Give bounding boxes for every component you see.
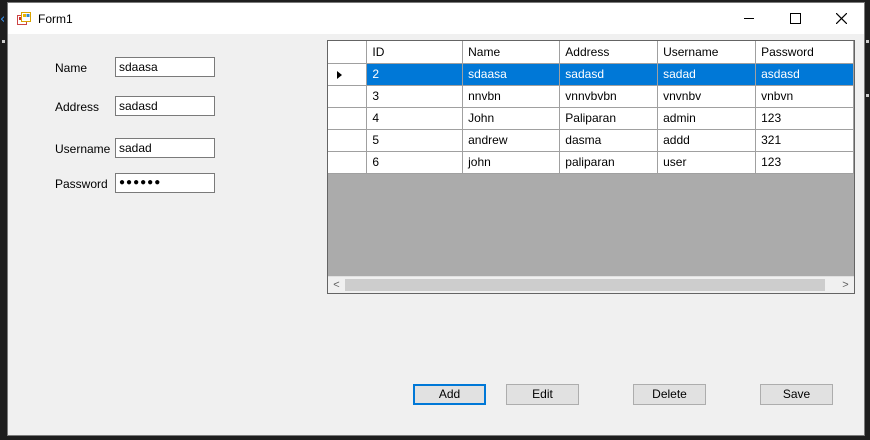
- grid-cell[interactable]: sadasd: [559, 63, 659, 86]
- table-row[interactable]: 3 nnvbn vnnvbvbn vnvnbv vnbvn: [328, 85, 854, 108]
- grid-table: ID Name Address Username Password 2 sdaa…: [328, 41, 854, 174]
- name-field[interactable]: sdaasa: [115, 57, 215, 77]
- grid-cell[interactable]: admin: [657, 107, 757, 130]
- column-header-id[interactable]: ID: [366, 41, 464, 64]
- username-field[interactable]: sadad: [115, 138, 215, 158]
- grid-cell[interactable]: nnvbn: [462, 85, 561, 108]
- column-header-name[interactable]: Name: [462, 41, 561, 64]
- grid-cell[interactable]: 321: [755, 129, 854, 152]
- desktop-marker: [866, 40, 869, 43]
- grid-cell[interactable]: paliparan: [559, 151, 659, 174]
- address-label: Address: [55, 100, 100, 114]
- grid-header-row: ID Name Address Username Password: [328, 41, 854, 64]
- grid-cell[interactable]: andrew: [462, 129, 561, 152]
- close-button[interactable]: [818, 3, 864, 34]
- maximize-icon: [789, 13, 801, 24]
- desktop-marker: [866, 94, 869, 97]
- scrollbar-thumb[interactable]: [345, 279, 825, 291]
- row-header[interactable]: [328, 63, 368, 86]
- close-icon: [835, 13, 847, 24]
- grid-cell[interactable]: 123: [755, 107, 854, 130]
- horizontal-scrollbar[interactable]: < >: [328, 276, 854, 293]
- name-label: Name: [55, 61, 88, 75]
- column-header-address[interactable]: Address: [559, 41, 659, 64]
- table-row[interactable]: 6 john paliparan user 123: [328, 151, 854, 174]
- scroll-left-icon[interactable]: <: [328, 278, 345, 293]
- username-label: Username: [55, 142, 111, 156]
- table-row[interactable]: 5 andrew dasma addd 321: [328, 129, 854, 152]
- minimize-icon: [743, 18, 754, 19]
- scroll-right-icon[interactable]: >: [837, 278, 854, 293]
- grid-cell[interactable]: vnvnbv: [657, 85, 757, 108]
- add-button[interactable]: Add: [413, 384, 486, 405]
- grid-cell[interactable]: John: [462, 107, 561, 130]
- grid-cell[interactable]: Paliparan: [559, 107, 659, 130]
- grid-cell[interactable]: sdaasa: [462, 63, 561, 86]
- grid-cell[interactable]: 4: [366, 107, 464, 130]
- grid-cell[interactable]: user: [657, 151, 757, 174]
- current-row-arrow-icon: [337, 70, 342, 79]
- address-field[interactable]: sadasd: [115, 96, 215, 116]
- grid-cell[interactable]: sadad: [657, 63, 757, 86]
- window-title: Form1: [38, 12, 73, 26]
- grid-cell[interactable]: vnbvn: [755, 85, 854, 108]
- data-grid[interactable]: ID Name Address Username Password 2 sdaa…: [327, 40, 855, 294]
- column-header-password[interactable]: Password: [755, 41, 854, 64]
- maximize-button[interactable]: [772, 3, 818, 34]
- title-bar[interactable]: Form1: [8, 3, 864, 34]
- row-header[interactable]: [328, 151, 368, 174]
- row-header[interactable]: [328, 85, 368, 108]
- column-header-username[interactable]: Username: [657, 41, 757, 64]
- grid-cell[interactable]: john: [462, 151, 561, 174]
- grid-cell[interactable]: addd: [657, 129, 757, 152]
- table-row[interactable]: 2 sdaasa sadasd sadad asdasd: [328, 63, 854, 86]
- chevron-left-icon: ‹: [0, 12, 6, 27]
- save-button[interactable]: Save: [760, 384, 833, 405]
- table-row[interactable]: 4 John Paliparan admin 123: [328, 107, 854, 130]
- grid-cell[interactable]: 2: [366, 63, 464, 86]
- grid-cell[interactable]: 123: [755, 151, 854, 174]
- row-header[interactable]: [328, 107, 368, 130]
- grid-cell[interactable]: vnnvbvbn: [559, 85, 659, 108]
- delete-button[interactable]: Delete: [633, 384, 706, 405]
- form-window: Form1 Name sdaasa Address sadasd Usernam…: [7, 2, 865, 436]
- grid-cell[interactable]: 5: [366, 129, 464, 152]
- desktop-marker: [2, 40, 5, 43]
- grid-cell[interactable]: 6: [366, 151, 464, 174]
- minimize-button[interactable]: [726, 3, 772, 34]
- grid-cell[interactable]: asdasd: [755, 63, 854, 86]
- row-header[interactable]: [328, 129, 368, 152]
- edit-button[interactable]: Edit: [506, 384, 579, 405]
- app-icon: [17, 12, 31, 25]
- grid-cell[interactable]: dasma: [559, 129, 659, 152]
- grid-cell[interactable]: 3: [366, 85, 464, 108]
- password-field[interactable]: ●●●●●●: [115, 173, 215, 193]
- grid-corner-header[interactable]: [328, 41, 368, 64]
- password-label: Password: [55, 177, 108, 191]
